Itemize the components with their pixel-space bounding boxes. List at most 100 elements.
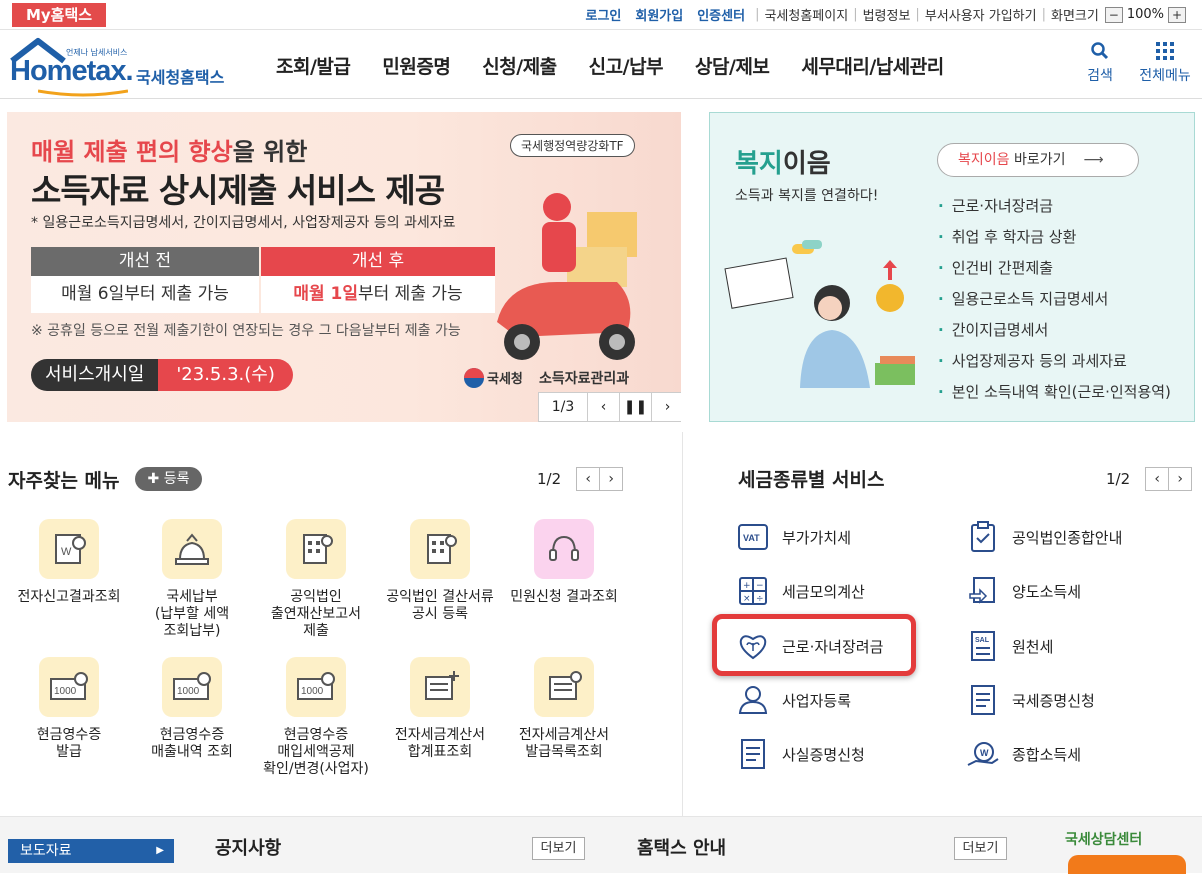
welfare-item[interactable]: 일용근로소득 지급명세서 [938,284,1171,315]
fav-cash-receipt-sales[interactable]: 1000 현금영수증 매출내역 조회 [130,657,254,761]
fav-label: 공익법인 출연재산보고서 제출 [270,589,362,639]
dept-user-signup-link[interactable]: 부서사용자 가입하기 [925,5,1037,24]
fav-cash-receipt-purchase[interactable]: 1000 현금영수증 매입세액공제 확인/변경(사업자) [254,657,378,778]
signup-link[interactable]: 회원가입 [635,5,683,24]
tax-label: 사실증명신청 [782,745,865,764]
fav-tax-payment[interactable]: 국세납부 (납부할 세액 조회납부) [130,519,254,640]
nav-apply-submit[interactable]: 신청/제출 [482,52,557,79]
tax-simulation[interactable]: + − × ÷ 세금모의계산 [736,574,865,608]
headset-icon [534,519,594,579]
zoom-in-button[interactable]: + [1168,6,1186,23]
fav-label: 전자세금계산서 합계표조회 [394,727,486,760]
zoom-out-button[interactable]: − [1104,6,1123,23]
all-menu-button[interactable]: 전체메뉴 [1134,41,1196,85]
welfare-item[interactable]: 인건비 간편제출 [938,253,1171,284]
consult-center-logo[interactable]: 국세상담센터 [1065,829,1142,849]
tax-service-prev-button[interactable]: ‹ [1145,467,1170,491]
favorites-page-indicator: 1/2 [537,470,562,488]
bottom-section: 보도자료 ▶ 공지사항 더보기 홈택스 안내 더보기 국세상담센터 [0,816,1202,874]
start-date-label: 서비스개시일 [31,359,159,391]
nav-consult-report[interactable]: 상담/제보 [695,52,770,79]
svg-text:VAT: VAT [743,533,760,543]
fav-label: 현금영수증 매입세액공제 확인/변경(사업자) [263,727,369,777]
before-value: 매월 6일부터 제출 가능 [31,276,259,313]
fav-public-corp-report[interactable]: 공익법인 출연재산보고서 제출 [254,519,378,640]
nav-inquiry-issue[interactable]: 조회/발급 [276,52,351,79]
welfare-item[interactable]: 취업 후 학자금 상환 [938,222,1171,253]
favorites-title: 자주찾는 메뉴 [8,470,120,492]
notice-more-button[interactable]: 더보기 [532,837,585,860]
svg-text:SAL: SAL [975,637,990,644]
svg-text:÷: ÷ [756,594,764,604]
building-doc-icon [410,519,470,579]
fav-cash-receipt-issue[interactable]: 1000 현금영수증 발급 [7,657,131,761]
divider: | [755,7,760,22]
welfare-item[interactable]: 간이지급명세서 [938,315,1171,346]
clipboard-check-icon [966,520,1000,554]
tax-global-income[interactable]: W 종합소득세 [966,737,1081,771]
fav-label: 국세납부 (납부할 세액 조회납부) [154,589,230,639]
guide-more-button[interactable]: 더보기 [954,837,1007,860]
fav-public-corp-disclosure[interactable]: 공익법인 결산서류 공시 등록 [378,519,502,623]
all-menu-label: 전체메뉴 [1139,68,1191,84]
top-utility-bar: My홈택스 로그인 회원가입 인증센터 | 국세청홈페이지 | 법령정보 | 부… [0,0,1202,30]
nts-emblem-icon [464,368,484,388]
fav-label: 현금영수증 매출내역 조회 [151,727,233,760]
tax-withholding[interactable]: SAL 원천세 [966,629,1053,663]
favorites-prev-button[interactable]: ‹ [576,467,601,491]
document-icon [736,737,770,771]
search-label: 검색 [1087,68,1113,84]
register-favorite-button[interactable]: ✚ 등록 [135,467,202,491]
fav-e-invoice-list[interactable]: 전자세금계산서 발급목록조회 [502,657,626,761]
law-info-link[interactable]: 법령정보 [863,5,911,24]
main-banner[interactable]: 매월 제출 편의 향상을 위한 소득자료 상시제출 서비스 제공 * 일용근로소… [7,112,681,422]
tax-label: 공익법인종합안내 [1012,528,1123,547]
cert-center-link[interactable]: 인증센터 [697,5,745,24]
tax-public-corp-guide[interactable]: 공익법인종합안내 [966,520,1122,554]
tax-label: 사업자등록 [782,691,852,710]
my-hometax-tab[interactable]: My홈택스 [12,3,106,27]
screen-size-label: 화면크기 [1050,9,1099,24]
welfare-item[interactable]: 사업장제공자 등의 과세자료 [938,346,1171,377]
tax-capital-gains[interactable]: 양도소득세 [966,574,1081,608]
start-date-value: '23.5.3.(수) [158,359,293,391]
banner-pause-button[interactable]: ❚❚ [619,393,651,421]
tax-service-next-button[interactable]: › [1168,467,1193,491]
welfare-item[interactable]: 근로·자녀장려금 [938,191,1171,222]
welfare-title: 복지이음 [735,149,831,179]
banner-comparison: 개선 전 개선 후 매월 6일부터 제출 가능 매월 1일부터 제출 가능 [31,247,495,313]
logo-swoosh-icon [38,89,128,97]
fav-civil-result[interactable]: 민원신청 결과조회 [502,519,626,606]
tax-fact-certificate[interactable]: 사실증명신청 [736,737,865,771]
banner-headline: 매월 제출 편의 향상을 위한 [31,138,308,166]
arrow-right-icon: ⟶ [1083,152,1104,168]
svg-text:W: W [980,748,989,758]
nts-homepage-link[interactable]: 국세청홈페이지 [764,5,848,24]
nav-tax-agent[interactable]: 세무대리/납세관리 [801,52,944,79]
welfare-shortcut-button[interactable]: 복지이음 바로가기 ⟶ [937,143,1139,177]
press-release-tab[interactable]: 보도자료 ▶ [8,839,174,863]
tax-label: 국세증명신청 [1012,691,1095,710]
calculator-icon: + − × ÷ [736,574,770,608]
hometax-logo[interactable]: 언제나 납세서비스 Hometax. 국세청홈택스 [8,37,238,97]
tax-business-registration[interactable]: 사업자등록 [736,683,851,717]
login-link[interactable]: 로그인 [585,5,621,24]
banner-next-button[interactable]: › [651,393,681,421]
plus-icon: ✚ [147,471,160,487]
hometax-guide-title: 홈택스 안내 [637,838,727,859]
after-header: 개선 후 [261,247,495,276]
nav-civil-certificate[interactable]: 민원증명 [382,52,450,79]
welfare-item[interactable]: 본인 소득내역 확인(근로·인적용역) [938,377,1171,408]
search-button[interactable]: 검색 [1080,41,1120,85]
tax-nts-certificate[interactable]: 국세증명신청 [966,683,1095,717]
fav-e-invoice-summary[interactable]: 전자세금계산서 합계표조회 [378,657,502,761]
banner-date: 서비스개시일 '23.5.3.(수) [31,359,293,391]
tax-vat[interactable]: VAT 부가가치세 [736,520,851,554]
nav-report-pay[interactable]: 신고/납부 [589,52,664,79]
svg-text:+: + [743,581,751,591]
fav-e-filing-result[interactable]: W 전자신고결과조회 [7,519,131,606]
favorites-next-button[interactable]: › [599,467,624,491]
banner-prev-button[interactable]: ‹ [587,393,619,421]
fav-label: 현금영수증 발급 [36,727,102,760]
banner-note: ※ 공휴일 등으로 전월 제출기한이 연장되는 경우 그 다음날부터 제출 가능 [31,323,461,339]
